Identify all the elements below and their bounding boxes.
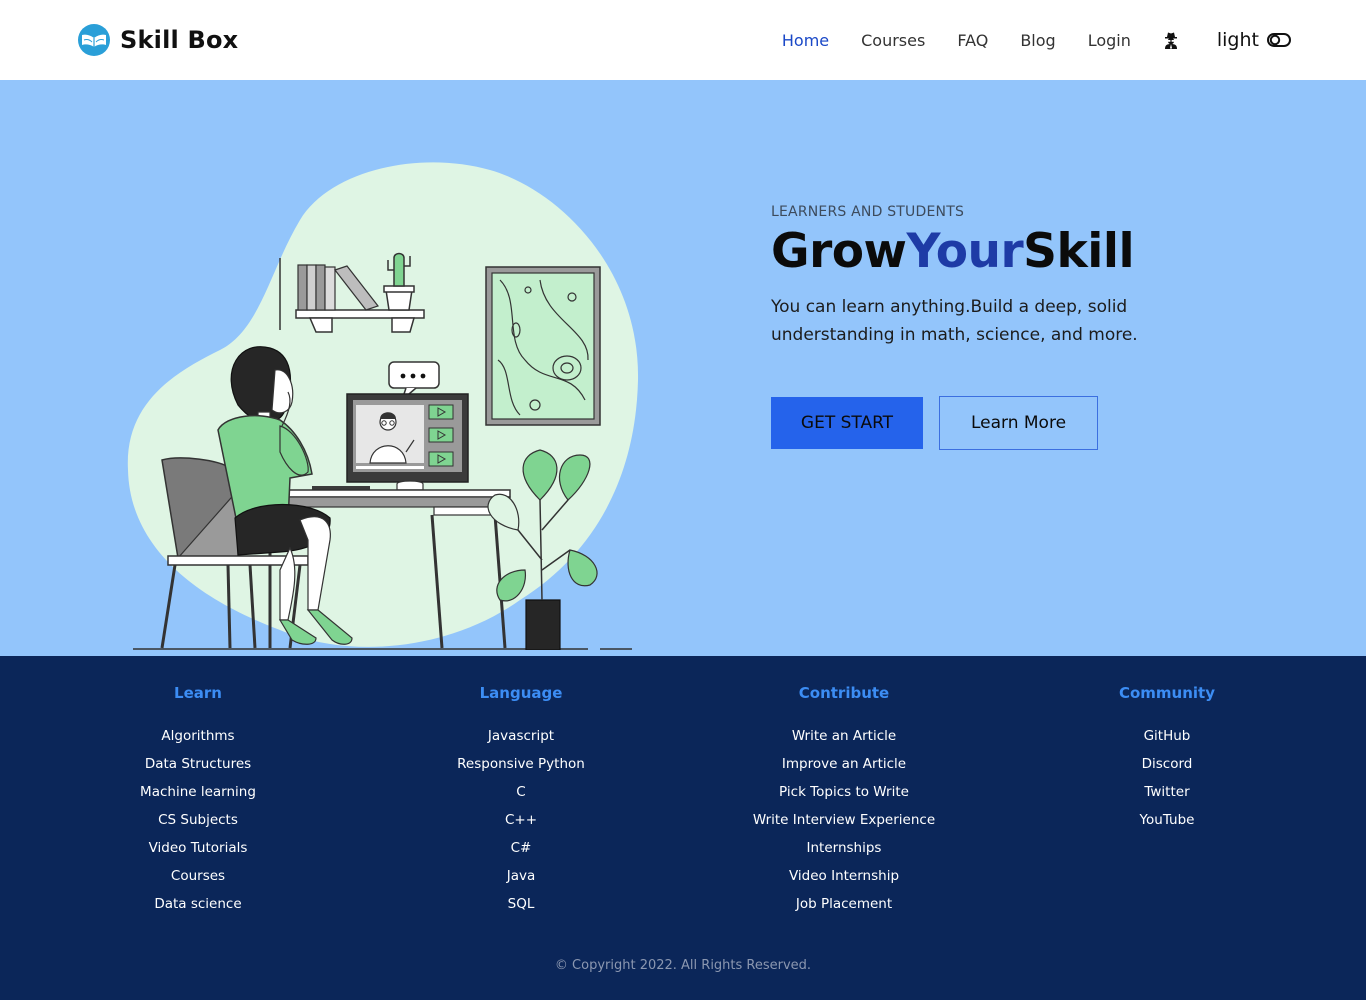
footer-link[interactable]: SQL bbox=[391, 890, 651, 918]
nav-home[interactable]: Home bbox=[782, 31, 829, 50]
footer-heading: Learn bbox=[174, 684, 222, 702]
footer-col-learn: Learn Algorithms Data Structures Machine… bbox=[68, 684, 328, 918]
user-secret-icon[interactable] bbox=[1163, 31, 1179, 49]
hero-title-part2: Your bbox=[906, 224, 1024, 279]
footer-link[interactable]: C# bbox=[391, 834, 651, 862]
toggle-icon bbox=[1267, 33, 1291, 47]
get-start-button[interactable]: GET START bbox=[771, 397, 923, 450]
brand[interactable]: Skill Box bbox=[78, 24, 238, 56]
footer-link[interactable]: Internships bbox=[714, 834, 974, 862]
footer-link[interactable]: C++ bbox=[391, 806, 651, 834]
footer-link[interactable]: Write an Article bbox=[714, 722, 974, 750]
brand-name: Skill Box bbox=[120, 26, 239, 54]
footer-col-language: Language Javascript Responsive Python C … bbox=[391, 684, 651, 918]
footer-link[interactable]: YouTube bbox=[1037, 806, 1297, 834]
hero-section: LEARNERS AND STUDENTS GrowYourSkill You … bbox=[0, 80, 1366, 656]
woman-learning-illustration bbox=[127, 162, 639, 650]
footer-link[interactable]: C bbox=[391, 778, 651, 806]
footer-heading: Community bbox=[1118, 684, 1216, 702]
footer: Learn Algorithms Data Structures Machine… bbox=[0, 656, 1366, 1000]
learn-more-button[interactable]: Learn More bbox=[939, 396, 1098, 451]
hero-text: LEARNERS AND STUDENTS GrowYourSkill You … bbox=[771, 204, 1241, 451]
footer-link[interactable]: Javascript bbox=[391, 722, 651, 750]
footer-heading: Language bbox=[479, 684, 563, 702]
hero-title-part3: Skill bbox=[1023, 224, 1135, 279]
footer-heading: Contribute bbox=[798, 684, 890, 702]
footer-link[interactable]: Java bbox=[391, 862, 651, 890]
footer-link[interactable]: Pick Topics to Write bbox=[714, 778, 974, 806]
footer-col-community: Community GitHub Discord Twitter YouTube bbox=[1037, 684, 1297, 834]
footer-link[interactable]: Job Placement bbox=[714, 890, 974, 918]
nav-login[interactable]: Login bbox=[1088, 31, 1131, 50]
footer-link[interactable]: Data Structures bbox=[68, 750, 328, 778]
copyright: © Copyright 2022. All Rights Reserved. bbox=[554, 958, 812, 973]
footer-col-contribute: Contribute Write an Article Improve an A… bbox=[714, 684, 974, 918]
nav-faq[interactable]: FAQ bbox=[957, 31, 988, 50]
footer-link[interactable]: Data science bbox=[68, 890, 328, 918]
footer-link[interactable]: Responsive Python bbox=[391, 750, 651, 778]
hero-title-part1: Grow bbox=[771, 224, 907, 279]
footer-link[interactable]: Twitter bbox=[1037, 778, 1297, 806]
hero-description: You can learn anything.Build a deep, sol… bbox=[771, 297, 1138, 346]
footer-link[interactable]: GitHub bbox=[1037, 722, 1297, 750]
footer-link[interactable]: Video Tutorials bbox=[68, 834, 328, 862]
footer-link[interactable]: Algorithms bbox=[68, 722, 328, 750]
hero-eyebrow: LEARNERS AND STUDENTS bbox=[771, 204, 965, 220]
footer-link[interactable]: Discord bbox=[1037, 750, 1297, 778]
footer-link[interactable]: Courses bbox=[68, 862, 328, 890]
nav-courses[interactable]: Courses bbox=[861, 31, 925, 50]
nav-blog[interactable]: Blog bbox=[1020, 31, 1055, 50]
footer-link[interactable]: CS Subjects bbox=[68, 806, 328, 834]
theme-toggle[interactable]: light bbox=[1217, 29, 1291, 51]
footer-link[interactable]: Video Internship bbox=[714, 862, 974, 890]
footer-link[interactable]: Write Interview Experience bbox=[714, 806, 974, 834]
main-nav: Home Courses FAQ Blog Login light bbox=[782, 29, 1291, 51]
top-navbar: Skill Box Home Courses FAQ Blog Login li… bbox=[0, 0, 1366, 80]
footer-link[interactable]: Improve an Article bbox=[714, 750, 974, 778]
footer-link[interactable]: Machine learning bbox=[68, 778, 328, 806]
footer-columns: Learn Algorithms Data Structures Machine… bbox=[0, 684, 1366, 924]
hero-title: GrowYourSkill bbox=[771, 224, 1241, 279]
book-logo-icon bbox=[78, 24, 110, 56]
theme-label: light bbox=[1216, 29, 1259, 51]
hero-buttons: GET START Learn More bbox=[771, 396, 1241, 451]
